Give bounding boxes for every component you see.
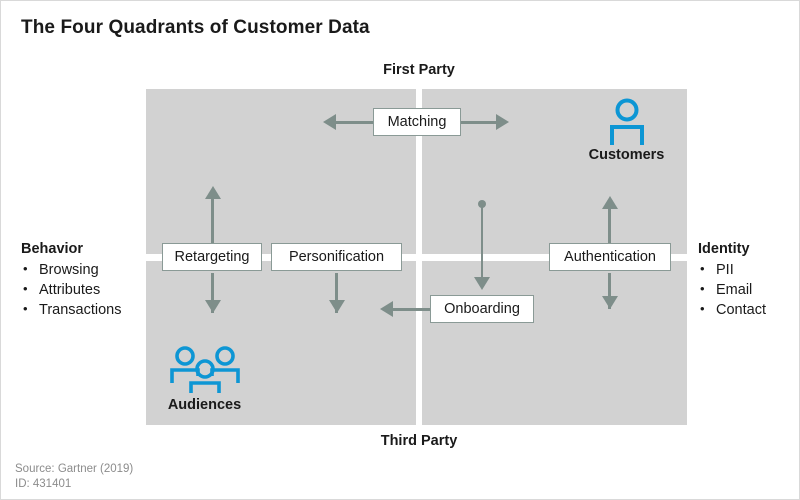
onboarding-line-down <box>480 206 483 278</box>
footer-id: ID: 431401 <box>15 478 72 490</box>
node-onboarding-label: Onboarding <box>444 301 520 317</box>
bullet-icon: • <box>23 301 28 316</box>
axis-label-third-party: Third Party <box>380 433 458 449</box>
identity-item-label: Contact <box>716 302 766 318</box>
matching-line-left <box>334 121 378 124</box>
behavior-item-label: Browsing <box>39 262 99 278</box>
node-personification[interactable]: Personification <box>271 243 402 271</box>
identity-item-label: PII <box>716 262 734 278</box>
onboarding-line-origin-dot <box>478 200 486 208</box>
persona-audiences: Audiences <box>157 345 252 413</box>
onboarding-arrowhead-left <box>380 301 393 317</box>
persona-customers: Customers <box>578 97 675 163</box>
matching-arrowhead-right <box>496 114 509 130</box>
list-item: • PII <box>698 260 766 280</box>
single-person-icon <box>609 98 644 145</box>
node-matching[interactable]: Matching <box>373 108 461 136</box>
identity-item-label: Email <box>716 282 753 298</box>
node-personification-label: Personification <box>288 249 385 265</box>
authentication-arrowhead-up <box>602 196 618 209</box>
authentication-arrowhead-down <box>602 296 618 309</box>
node-onboarding[interactable]: Onboarding <box>430 295 534 323</box>
node-matching-label: Matching <box>387 114 447 130</box>
list-item: • Contact <box>698 300 766 320</box>
node-retargeting[interactable]: Retargeting <box>162 243 262 271</box>
bullet-icon: • <box>23 281 28 296</box>
identity-heading: Identity <box>698 241 750 257</box>
retargeting-arrowhead-up <box>205 186 221 199</box>
group-people-icon <box>169 346 240 393</box>
bullet-icon: • <box>700 301 705 316</box>
node-authentication[interactable]: Authentication <box>549 243 671 271</box>
node-authentication-label: Authentication <box>564 249 656 265</box>
matching-line-right <box>456 121 500 124</box>
onboarding-arrowhead-down <box>474 277 490 290</box>
behavior-item-label: Transactions <box>39 302 122 318</box>
personification-arrowhead-down <box>329 300 345 313</box>
identity-panel: Identity • PII • Email • Contact <box>698 239 766 320</box>
persona-audiences-label: Audiences <box>167 397 242 413</box>
matching-arrowhead-left <box>323 114 336 130</box>
list-item: • Transactions <box>21 300 121 320</box>
bullet-icon: • <box>700 261 705 276</box>
bullet-icon: • <box>700 281 705 296</box>
behavior-heading: Behavior <box>21 241 84 257</box>
persona-customers-label: Customers <box>588 147 665 163</box>
behavior-item-label: Attributes <box>39 282 101 298</box>
footer: Source: Gartner (2019) ID: 431401 <box>15 462 133 492</box>
bullet-icon: • <box>23 261 28 276</box>
list-item: • Email <box>698 280 766 300</box>
node-retargeting-label: Retargeting <box>174 249 250 265</box>
onboarding-line-left <box>391 308 433 311</box>
identity-list: • PII • Email • Contact <box>698 260 766 320</box>
page-title: The Four Quadrants of Customer Data <box>21 17 370 38</box>
behavior-panel: Behavior • Browsing • Attributes • Transact… <box>21 239 121 320</box>
footer-source: Source: Gartner (2019) <box>15 463 134 475</box>
list-item: • Browsing <box>21 260 121 280</box>
axis-label-first-party: First Party <box>383 62 455 78</box>
diagram-canvas: The Four Quadrants of Customer Data Firs… <box>0 0 800 500</box>
retargeting-arrowhead-down <box>205 300 221 313</box>
behavior-list: • Browsing • Attributes • Transactions <box>21 260 121 320</box>
list-item: • Attributes <box>21 280 121 300</box>
